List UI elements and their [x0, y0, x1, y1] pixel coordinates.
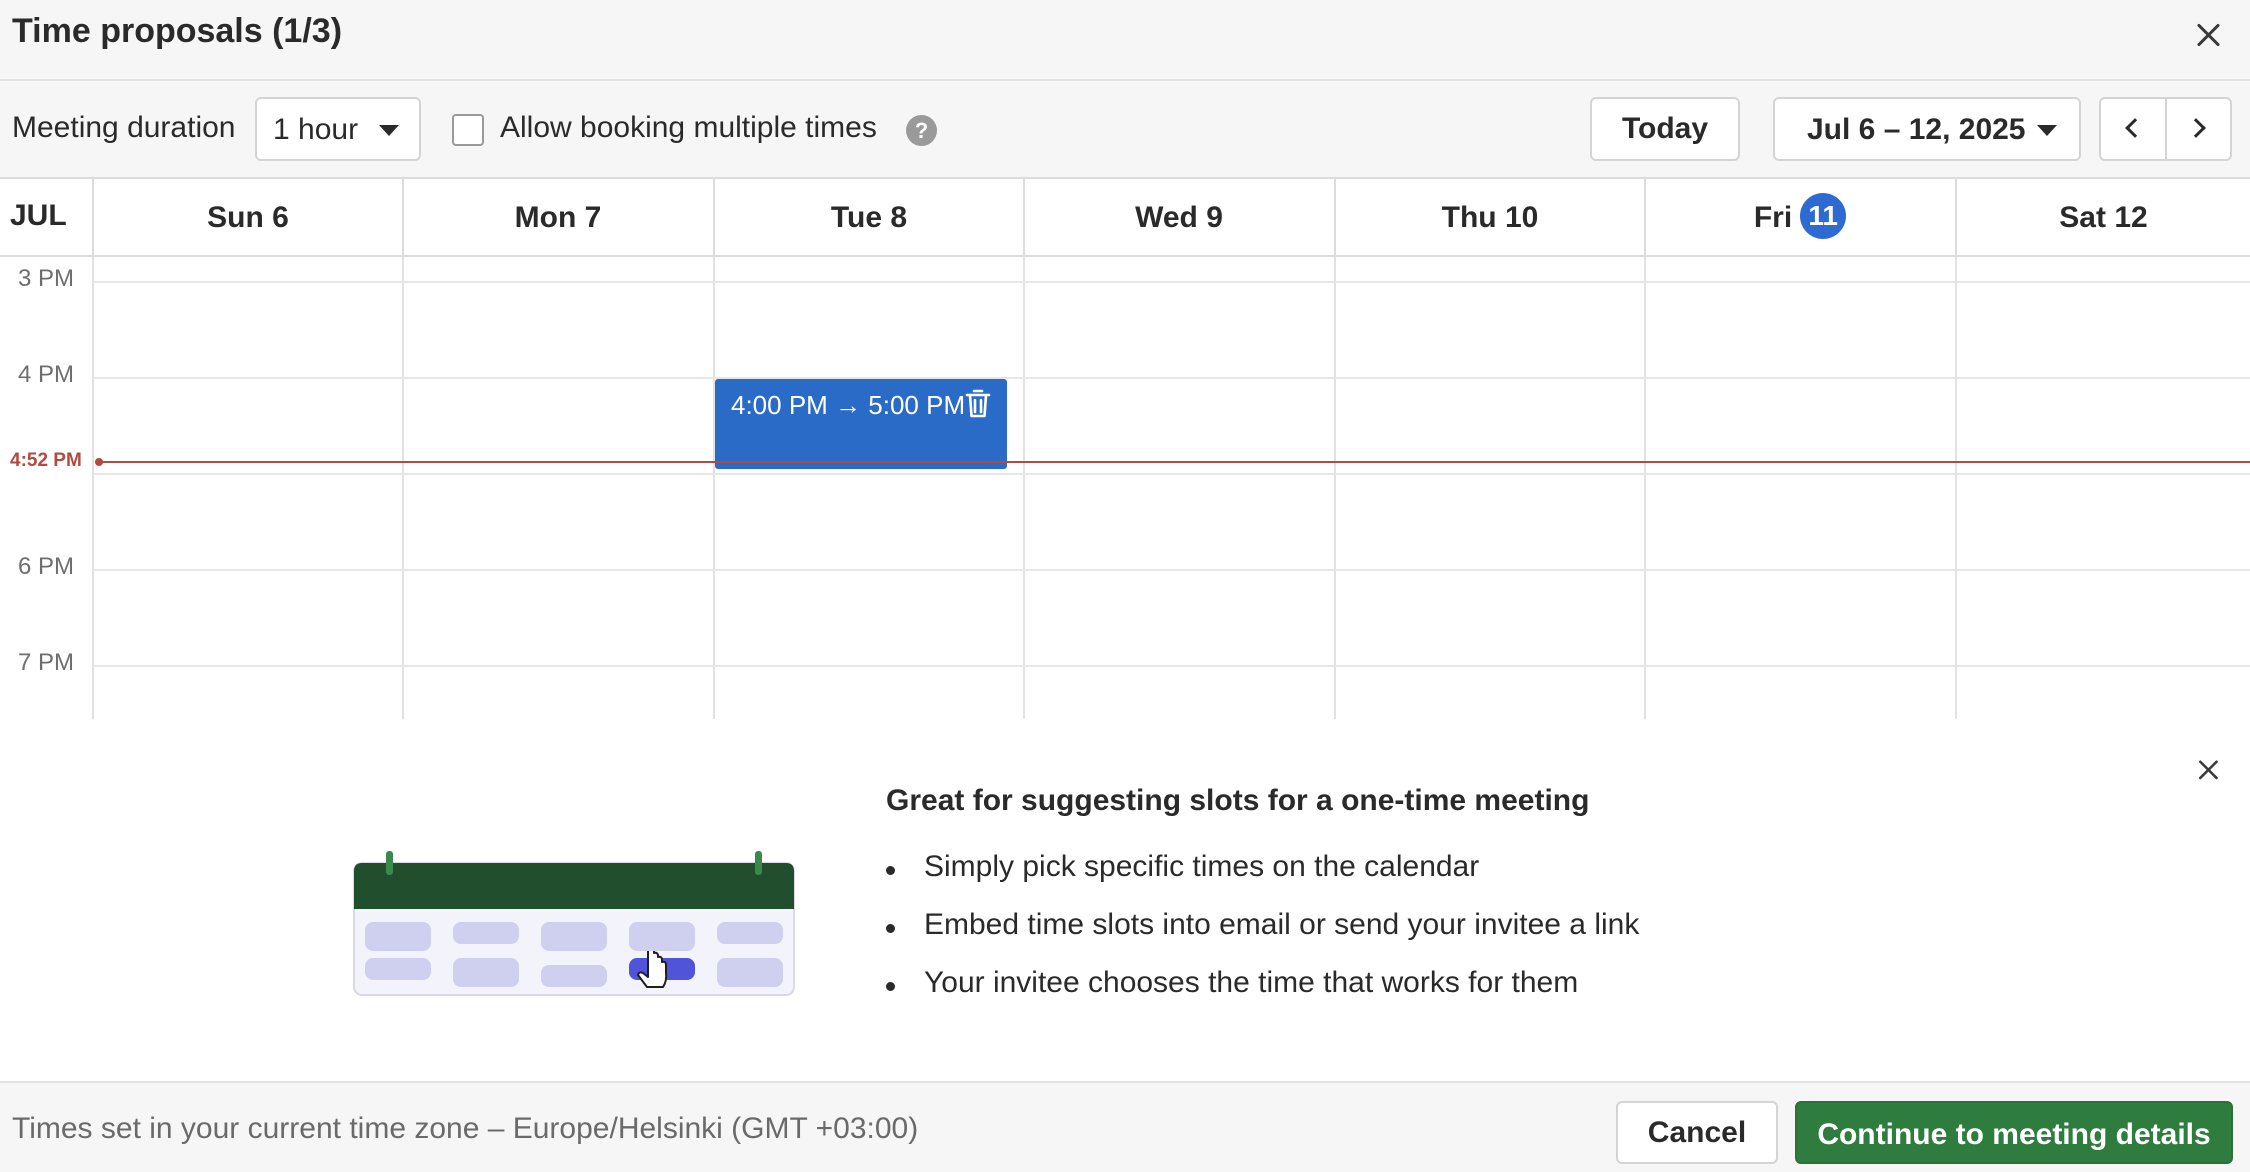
day-header-sat: Sat 12 [1955, 179, 2250, 257]
info-bullet: Simply pick specific times on the calend… [924, 850, 1480, 883]
current-time-line [98, 461, 2250, 463]
chevron-down-icon [379, 125, 399, 136]
meeting-duration-select[interactable]: 1 hour [255, 97, 421, 161]
day-header-thu: Thu 10 [1334, 179, 1644, 257]
chevron-down-icon [2037, 125, 2057, 136]
info-title: Great for suggesting slots for a one-tim… [886, 784, 1590, 817]
bullet-dot [886, 866, 895, 875]
week-nav-group [2099, 97, 2232, 161]
grid-hour-line [92, 377, 2250, 379]
previous-week-button[interactable] [2101, 99, 2166, 159]
day-header-wed: Wed 9 [1023, 179, 1333, 257]
help-icon[interactable]: ? [906, 115, 937, 146]
today-date-badge: 11 [1800, 193, 1847, 240]
date-range-select[interactable]: Jul 6 – 12, 2025 [1773, 97, 2081, 161]
grid-hour-line [92, 281, 2250, 283]
calendar-illustration-bottom-rows [365, 929, 783, 987]
dismiss-info-icon[interactable] [2191, 752, 2225, 786]
close-dialog-icon[interactable] [2188, 14, 2228, 54]
day-header-fri-label: Fri [1753, 201, 1793, 234]
allow-multiple-label[interactable]: Allow booking multiple times [500, 111, 877, 145]
event-time-label: 4:00 PM → 5:00 PM [731, 390, 966, 420]
day-header-fri: Fri 11 [1644, 179, 1954, 257]
month-label: JUL [10, 199, 67, 232]
grid-column-line [1955, 257, 1957, 719]
hour-label: 4 PM [18, 361, 75, 388]
grid-column-line [402, 257, 404, 719]
chevron-left-icon [2125, 118, 2145, 138]
hour-label: 7 PM [18, 649, 75, 676]
info-panel: Great for suggesting slots for a one-tim… [0, 719, 2250, 1081]
dialog-titlebar: Time proposals (1/3) [0, 0, 2250, 81]
next-week-button[interactable] [2167, 99, 2232, 159]
allow-multiple-checkbox[interactable] [452, 114, 484, 146]
dialog-footer: Times set in your current time zone – Eu… [0, 1081, 2250, 1172]
meeting-duration-value: 1 hour [273, 113, 359, 146]
day-header-tue: Tue 8 [713, 179, 1023, 257]
bullet-dot [886, 982, 895, 991]
hour-label: 6 PM [18, 553, 75, 580]
info-bullet: Embed time slots into email or send your… [924, 908, 1640, 941]
grid-hour-line [92, 473, 2250, 475]
day-header-mon: Mon 7 [402, 179, 712, 257]
continue-button[interactable]: Continue to meeting details [1795, 1101, 2233, 1164]
grid-hour-line [92, 569, 2250, 571]
calendar-header: JUL Sun 6 Mon 7 Tue 8 Wed 9 Thu 10 Fri 11… [0, 179, 2250, 257]
grid-column-line [1644, 257, 1646, 719]
timezone-note: Times set in your current time zone – Eu… [12, 1112, 919, 1145]
cancel-button[interactable]: Cancel [1616, 1101, 1778, 1164]
grid-hour-line [92, 665, 2250, 667]
current-time-label: 4:52 PM [10, 450, 82, 471]
grid-column-line [92, 257, 94, 719]
info-bullet: Your invitee chooses the time that works… [924, 966, 1579, 999]
meeting-duration-label: Meeting duration [12, 111, 236, 144]
date-range-value: Jul 6 – 12, 2025 [1807, 113, 2026, 146]
bullet-dot [886, 924, 895, 933]
grid-column-line [713, 257, 715, 719]
grid-column-line [1334, 257, 1336, 719]
current-time-dot [95, 458, 103, 466]
chevron-right-icon [2186, 118, 2206, 138]
today-button[interactable]: Today [1590, 97, 1740, 161]
time-slot-event[interactable]: 4:00 PM → 5:00 PM [715, 379, 1007, 469]
hour-label: 3 PM [18, 265, 75, 292]
trash-icon[interactable] [965, 389, 991, 419]
toolbar: Meeting duration 1 hour Allow booking mu… [0, 81, 2250, 179]
grid-column-line [1023, 257, 1025, 719]
day-header-sun: Sun 6 [92, 179, 402, 257]
calendar-grid[interactable]: 3 PM 4 PM 6 PM 7 PM 4:00 PM → 5:00 PM 4:… [0, 257, 2250, 719]
dialog-title: Time proposals (1/3) [12, 12, 343, 50]
